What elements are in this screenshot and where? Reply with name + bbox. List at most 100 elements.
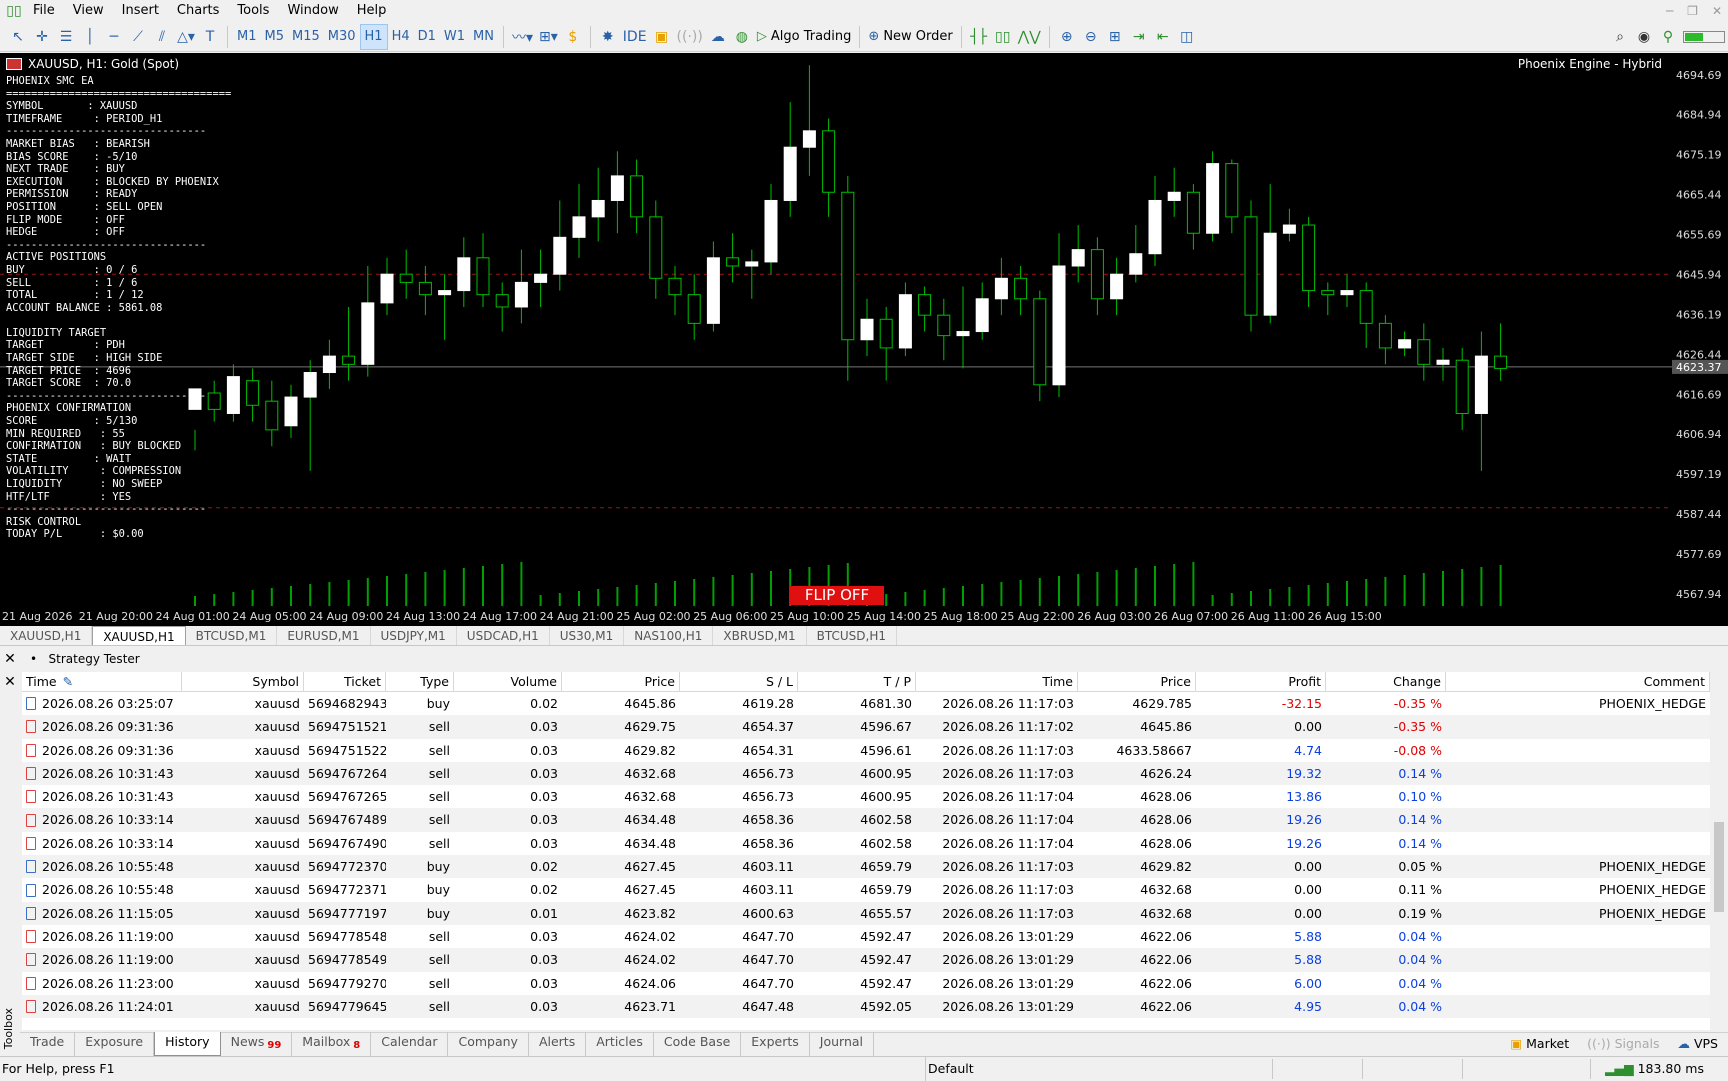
table-row[interactable]: 2026.08.26 10:55:48 xauusd 5694772370 buy 0.… bbox=[22, 855, 1710, 879]
symbol-tab[interactable]: BTCUSD,M1 bbox=[186, 626, 278, 645]
symbol-tab[interactable]: USDJPY,M1 bbox=[371, 626, 457, 645]
edit-icon[interactable]: ✎ bbox=[63, 672, 73, 691]
tab-journal[interactable]: Journal bbox=[810, 1031, 874, 1056]
shift-icon[interactable]: ⇤ bbox=[1151, 24, 1175, 50]
symbol-tab[interactable]: XBRUSD,M1 bbox=[713, 626, 807, 645]
symbol-tab[interactable]: BTCUSD,H1 bbox=[807, 626, 898, 645]
menu-insert[interactable]: Insert bbox=[113, 0, 168, 22]
menu-window[interactable]: Window bbox=[278, 0, 347, 22]
column-header[interactable]: S / L bbox=[680, 672, 798, 691]
channel-icon[interactable]: ⫽ bbox=[150, 24, 174, 50]
tab-company[interactable]: Company bbox=[448, 1031, 529, 1056]
tab-articles[interactable]: Articles bbox=[586, 1031, 654, 1056]
new-order-button[interactable]: ⊕ New Order bbox=[865, 24, 955, 50]
zoom-in-icon[interactable]: ⊕ bbox=[1055, 24, 1079, 50]
table-row[interactable]: 2026.08.26 10:33:14 xauusd 5694767489 sell 0… bbox=[22, 808, 1710, 832]
zoom-out-icon[interactable]: ⊖ bbox=[1079, 24, 1103, 50]
table-row[interactable]: 2026.08.26 11:24:01 xauusd 5694779645 sell 0… bbox=[22, 994, 1710, 1019]
column-header[interactable]: Type bbox=[386, 672, 454, 691]
close-icon[interactable]: ✕ bbox=[1712, 0, 1722, 22]
flip-off-button[interactable]: FLIP OFF bbox=[790, 586, 884, 605]
table-row[interactable]: 2026.08.26 10:55:48 xauusd 5694772371 buy 0.… bbox=[22, 878, 1710, 902]
search-icon[interactable]: ⌕ bbox=[1608, 24, 1632, 50]
table-row[interactable]: 2026.08.26 10:31:43 xauusd 5694767264 sell 0… bbox=[22, 761, 1710, 786]
chart-type-icon[interactable]: 〰▾ bbox=[509, 24, 536, 50]
algo-trading-button[interactable]: ▷ Algo Trading bbox=[754, 24, 855, 50]
tab-history[interactable]: History bbox=[154, 1031, 221, 1056]
market-link[interactable]: ▣ Market bbox=[1510, 1033, 1569, 1055]
cursor-icon[interactable]: ↖ bbox=[6, 24, 30, 50]
timeframe-h4[interactable]: H4 bbox=[388, 24, 414, 50]
globe-icon[interactable]: ◍ bbox=[730, 24, 754, 50]
dollar-icon[interactable]: $ bbox=[561, 24, 585, 50]
column-header[interactable]: Ticket bbox=[304, 672, 386, 691]
column-header[interactable]: Price bbox=[1078, 672, 1196, 691]
lvl-icon[interactable]: ⚲ bbox=[1656, 24, 1680, 50]
trendline-icon[interactable]: ⟋ bbox=[126, 24, 150, 50]
cloud-icon[interactable]: ☁ bbox=[706, 24, 730, 50]
column-header[interactable]: Comment bbox=[1446, 672, 1710, 691]
table-row[interactable]: 2026.08.26 11:19:00 xauusd 5694778549 sell 0… bbox=[22, 948, 1710, 972]
broadcast-icon[interactable]: ((·)) bbox=[674, 24, 706, 50]
shapes-icon[interactable]: △▾ bbox=[174, 24, 198, 50]
column-header[interactable]: Time bbox=[916, 672, 1078, 691]
symbol-tab[interactable]: XAUUSD,H1 bbox=[92, 626, 186, 645]
close-toolbox-icon[interactable]: ✕ bbox=[0, 674, 20, 690]
candles-icon[interactable]: ▯▯ bbox=[991, 24, 1015, 50]
restore-icon[interactable]: ❐ bbox=[1687, 0, 1698, 22]
signals-link[interactable]: ((·)) Signals bbox=[1587, 1033, 1659, 1055]
symbol-tab[interactable]: NAS100,H1 bbox=[624, 626, 714, 645]
text-icon[interactable]: T bbox=[198, 24, 222, 50]
screenshot-icon[interactable]: ◫ bbox=[1175, 24, 1199, 50]
table-scrollbar[interactable] bbox=[1710, 672, 1728, 1030]
timeframe-d1[interactable]: D1 bbox=[414, 24, 440, 50]
table-row[interactable]: 2026.08.26 09:31:36 xauusd 5694751522 sell 0… bbox=[22, 738, 1710, 762]
menu-tools[interactable]: Tools bbox=[228, 0, 278, 22]
price-chart[interactable]: XAUUSD, H1: Gold (Spot) Phoenix Engine -… bbox=[0, 53, 1672, 606]
tab-news[interactable]: News 99 bbox=[221, 1031, 293, 1056]
tab-code-base[interactable]: Code Base bbox=[654, 1031, 742, 1056]
crosshair-icon[interactable]: ✛ bbox=[30, 24, 54, 50]
timeframe-mn[interactable]: MN bbox=[469, 24, 498, 50]
table-row[interactable]: 2026.08.26 11:23:00 xauusd 5694779270 sell 0… bbox=[22, 971, 1710, 995]
menu-charts[interactable]: Charts bbox=[168, 0, 229, 22]
column-header[interactable]: Time ✎ bbox=[22, 672, 182, 691]
line-chart-icon[interactable]: ⋀⋁ bbox=[1015, 24, 1044, 50]
column-header[interactable]: Symbol bbox=[182, 672, 304, 691]
timeframe-m5[interactable]: M5 bbox=[261, 24, 289, 50]
menu-help[interactable]: Help bbox=[348, 0, 396, 22]
account-icon[interactable]: ◉ bbox=[1632, 24, 1656, 50]
symbol-tab[interactable]: US30,M1 bbox=[550, 626, 625, 645]
tab-experts[interactable]: Experts bbox=[741, 1031, 810, 1056]
table-row[interactable]: 2026.08.26 03:25:07 xauusd 5694682943 buy 0.… bbox=[22, 692, 1710, 716]
table-row[interactable]: 2026.08.26 11:15:05 xauusd 5694777197 buy 0.… bbox=[22, 901, 1710, 925]
column-header[interactable]: Profit bbox=[1196, 672, 1326, 691]
bar-chart-icon[interactable]: ┤├ bbox=[967, 24, 991, 50]
close-tester-icon[interactable]: ✕ bbox=[0, 651, 20, 667]
menu-view[interactable]: View bbox=[64, 0, 113, 22]
column-header[interactable]: T / P bbox=[798, 672, 916, 691]
symbol-tab[interactable]: USDCAD,H1 bbox=[457, 626, 550, 645]
horizontal-line-icon[interactable]: ─ bbox=[102, 24, 126, 50]
table-row[interactable]: 2026.08.26 11:19:00 xauusd 5694778548 sell 0… bbox=[22, 924, 1710, 949]
minimize-icon[interactable]: ─ bbox=[1666, 0, 1673, 22]
scroll-icon[interactable]: ⇥ bbox=[1127, 24, 1151, 50]
table-row[interactable]: 2026.08.26 10:31:43 xauusd 5694767265 sell 0… bbox=[22, 785, 1710, 809]
vps-link[interactable]: ☁ VPS bbox=[1677, 1033, 1718, 1055]
symbol-tab[interactable]: XAUUSD,H1 bbox=[0, 626, 93, 645]
lines-icon[interactable]: ☰ bbox=[54, 24, 78, 50]
tab-exposure[interactable]: Exposure bbox=[75, 1031, 155, 1056]
market-bag-icon[interactable]: ▣ bbox=[650, 24, 674, 50]
tab-mailbox[interactable]: Mailbox 8 bbox=[292, 1031, 372, 1056]
tab-alerts[interactable]: Alerts bbox=[529, 1031, 587, 1056]
menu-file[interactable]: File bbox=[24, 0, 64, 22]
timeframe-m1[interactable]: M1 bbox=[233, 24, 261, 50]
timeframe-w1[interactable]: W1 bbox=[440, 24, 469, 50]
indicators-icon[interactable]: ⊞▾ bbox=[536, 24, 561, 50]
signals-icon[interactable]: ✸ bbox=[596, 24, 620, 50]
tile-icon[interactable]: ⊞ bbox=[1103, 24, 1127, 50]
timeframe-h1[interactable]: H1 bbox=[359, 23, 388, 50]
column-header[interactable]: Price bbox=[562, 672, 680, 691]
ide-button[interactable]: IDE bbox=[620, 24, 650, 50]
tab-trade[interactable]: Trade bbox=[20, 1031, 76, 1056]
